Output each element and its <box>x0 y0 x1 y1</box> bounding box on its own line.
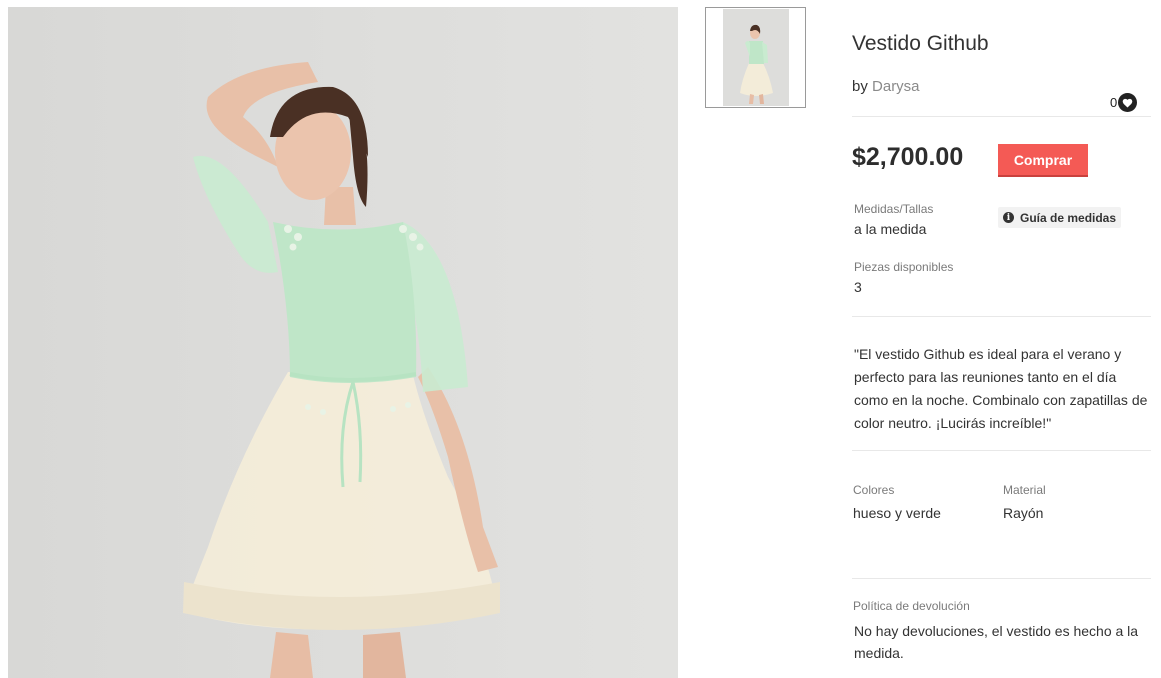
model-illustration <box>183 62 500 678</box>
divider <box>852 316 1151 317</box>
product-main-image[interactable] <box>8 7 678 678</box>
product-description: "El vestido Github es ideal para el vera… <box>854 346 1148 431</box>
size-value: a la medida <box>854 221 927 237</box>
pieces-label: Piezas disponibles <box>854 260 954 274</box>
size-guide-button[interactable]: i Guía de medidas <box>998 207 1122 228</box>
like-counter[interactable]: 0 <box>1110 93 1138 112</box>
product-byline: by Darysa <box>852 78 920 95</box>
return-policy-text: No hay devoluciones, el vestido es hecho… <box>854 623 1139 661</box>
divider <box>852 578 1151 579</box>
material-value: Rayón <box>1003 505 1044 521</box>
size-label: Medidas/Tallas <box>854 202 934 216</box>
product-page: Vestido Github by Darysa 0 $2,700.00 Com… <box>0 0 1161 678</box>
size-guide-label: Guía de medidas <box>1020 210 1117 225</box>
buy-button[interactable]: Comprar <box>998 144 1088 177</box>
product-thumbnail[interactable] <box>705 7 806 108</box>
divider <box>852 450 1151 451</box>
heart-icon[interactable] <box>1118 93 1138 112</box>
product-title: Vestido Github <box>852 32 989 55</box>
pieces-value: 3 <box>854 279 862 295</box>
info-icon: i <box>1003 212 1014 223</box>
by-label: by <box>852 78 868 95</box>
thumbnail-image <box>723 9 789 106</box>
material-label: Material <box>1003 483 1046 497</box>
like-count: 0 <box>1110 95 1118 110</box>
colors-value: hueso y verde <box>853 505 941 521</box>
product-price: $2,700.00 <box>852 143 964 171</box>
brand-link[interactable]: Darysa <box>872 78 920 95</box>
colors-label: Colores <box>853 483 895 497</box>
divider <box>852 116 1151 117</box>
return-policy-label: Política de devolución <box>853 599 970 613</box>
